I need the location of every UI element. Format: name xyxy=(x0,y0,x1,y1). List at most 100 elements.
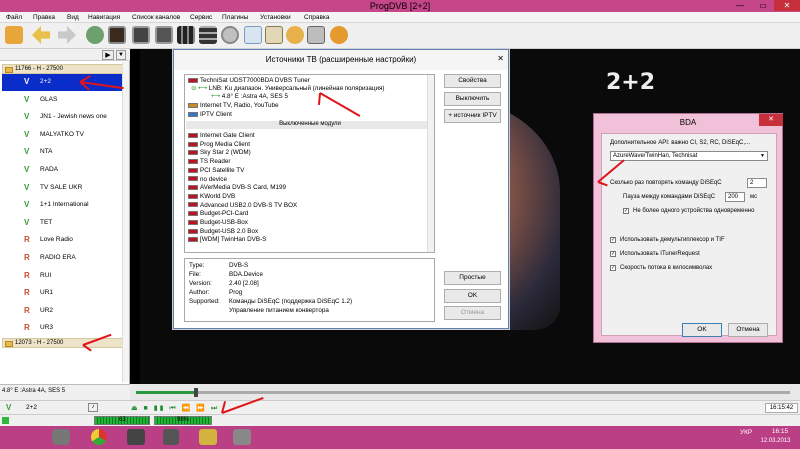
iptv-item[interactable]: IPTV Client xyxy=(188,111,232,118)
chrome-icon[interactable] xyxy=(91,429,107,445)
app-icon[interactable] xyxy=(163,429,179,445)
channel-item[interactable]: V MALYATKO TV xyxy=(2,127,124,144)
simple-button[interactable]: Простые xyxy=(444,271,501,285)
channel-item[interactable]: V JN1 - Jewish news one xyxy=(2,109,124,126)
teletext-icon[interactable] xyxy=(265,26,283,44)
volume-icon[interactable]: ♪ xyxy=(88,403,98,412)
menu-file[interactable]: Файл xyxy=(6,14,22,21)
menu-view[interactable]: Вид xyxy=(67,14,79,21)
menu-service[interactable]: Сервис xyxy=(190,14,212,21)
disc-icon[interactable] xyxy=(221,26,239,44)
epg-icon[interactable] xyxy=(86,26,104,44)
internet-tv-item[interactable]: Internet TV, Radio, YouTube xyxy=(188,102,279,109)
tv-icon[interactable] xyxy=(108,26,126,44)
disabled-module-item[interactable]: [WDM] TwinHan DVB-S xyxy=(188,236,266,243)
screen-icon[interactable] xyxy=(132,26,150,44)
bda-cancel-button[interactable]: Отмена xyxy=(728,323,768,337)
satellite-item[interactable]: ⟷ 4.8° E :Astra 4A, SES 5 xyxy=(211,93,288,100)
channel-item[interactable]: V 1+1 International xyxy=(2,197,124,214)
gear-icon[interactable] xyxy=(330,26,348,44)
app-icon[interactable] xyxy=(52,429,70,445)
disabled-module-item[interactable]: Budget-PCI-Card xyxy=(188,210,248,217)
info-supported-label: Supported: xyxy=(189,298,220,305)
channel-item[interactable]: V 2+2 xyxy=(2,74,124,91)
one-device-checkbox[interactable]: ✓ xyxy=(623,208,629,214)
cancel-button[interactable]: Отмена xyxy=(444,306,501,320)
subtitles-icon[interactable] xyxy=(244,26,262,44)
minimize-button[interactable]: — xyxy=(728,0,752,11)
channel-item[interactable]: R RUI xyxy=(2,268,124,285)
menu-help[interactable]: Справка xyxy=(304,14,330,21)
disabled-module-item[interactable]: KWorld DVB xyxy=(188,193,235,200)
channel-item[interactable]: R UR1 xyxy=(2,285,124,302)
ituner-checkbox[interactable]: ✓ xyxy=(610,251,616,257)
app-icon[interactable] xyxy=(233,429,251,445)
ok-button[interactable]: OK xyxy=(444,289,501,303)
channel-item[interactable]: V TV SALE UKR xyxy=(2,180,124,197)
api-select-value: AzureWave/TwinHan, Technisat xyxy=(613,153,698,159)
disabled-module-item[interactable]: Prog Media Client xyxy=(188,141,250,148)
channel-group[interactable]: 12073 - H - 27500 xyxy=(2,338,126,348)
clock-icon[interactable] xyxy=(286,26,304,44)
disable-button[interactable]: Выключить xyxy=(444,92,501,106)
disabled-module-item[interactable]: AVerMedia DVB-S Card, M199 xyxy=(188,184,286,191)
menu-edit[interactable]: Правка xyxy=(33,14,55,21)
module-label: Budget-PCI-Card xyxy=(200,210,249,218)
disabled-module-item[interactable]: Internet Gate Client xyxy=(188,132,255,139)
maximize-button[interactable]: ▭ xyxy=(752,0,774,11)
channel-item[interactable]: V NTA xyxy=(2,144,124,161)
channel-item[interactable]: R RADIO ERA xyxy=(2,250,124,267)
device-icon xyxy=(188,77,198,83)
disabled-module-item[interactable]: Budget-USB 2.0 Box xyxy=(188,228,258,235)
chevron-down-icon[interactable]: ▼ xyxy=(116,50,126,60)
disabled-module-item[interactable]: Sky Star 2 (WDM) xyxy=(188,149,251,156)
channel-item[interactable]: R UR2 xyxy=(2,303,124,320)
channel-item[interactable]: V RADA xyxy=(2,162,124,179)
disabled-module-item[interactable]: Advanced USB2.0 DVB-S TV BOX xyxy=(188,202,297,209)
channel-item[interactable]: V GLAS xyxy=(2,92,124,109)
seek-bar[interactable] xyxy=(130,384,800,400)
bda-ok-button[interactable]: OK xyxy=(682,323,722,337)
toolbar xyxy=(0,23,800,49)
properties-button[interactable]: Свойства xyxy=(444,74,501,88)
disabled-module-item[interactable]: Budget-USB-Box xyxy=(188,219,248,226)
record-list-icon[interactable] xyxy=(307,26,325,44)
menu-plugins[interactable]: Плагины xyxy=(222,14,248,21)
tuner-item[interactable]: TechniSat UDST7000BDA DVBS Tuner xyxy=(188,77,310,84)
tray-date[interactable]: 12.03.2013 xyxy=(753,438,798,444)
close-icon[interactable]: ✕ xyxy=(759,114,783,126)
add-iptv-button[interactable]: + источник IPTV xyxy=(444,109,501,123)
satellite-app-icon[interactable] xyxy=(127,429,145,445)
menu-channel-list[interactable]: Список каналов xyxy=(132,14,180,21)
demux-checkbox[interactable]: ✓ xyxy=(610,237,616,243)
back-arrow-icon[interactable] xyxy=(32,26,50,44)
keyboard-language[interactable]: УКР xyxy=(740,429,752,436)
tray-time[interactable]: 16:15 xyxy=(760,428,800,435)
disabled-module-item[interactable]: PCI Satellite TV xyxy=(188,167,244,174)
menu-settings[interactable]: Установки xyxy=(260,14,291,21)
lnb-item[interactable]: ⊖ ⟷ LNB: Ku диапазон. Универсальный (лин… xyxy=(191,85,385,92)
disabled-module-item[interactable]: TS Reader xyxy=(188,158,230,165)
window-icon[interactable] xyxy=(155,26,173,44)
seek-handle[interactable] xyxy=(194,388,198,397)
close-button[interactable]: ✕ xyxy=(774,0,800,11)
close-icon[interactable]: ✕ xyxy=(497,54,504,63)
menu-navigation[interactable]: Навигация xyxy=(88,14,120,21)
repeat-input[interactable]: 2 xyxy=(747,178,767,188)
channel-item[interactable]: R Love Radio xyxy=(2,232,124,249)
open-folder-icon[interactable] xyxy=(5,26,23,44)
channel-item[interactable]: V TET xyxy=(2,215,124,232)
play-list-icon[interactable]: ▶ xyxy=(102,50,114,60)
playback-controls[interactable]: ⏏ ■ ▮▮ ⏮ ⏪ ⏩ ⏭ xyxy=(131,404,219,413)
mosaic-icon[interactable] xyxy=(177,26,195,44)
forward-arrow-icon[interactable] xyxy=(58,26,76,44)
symrate-checkbox[interactable]: ✓ xyxy=(610,265,616,271)
file-explorer-icon[interactable] xyxy=(199,429,217,445)
channel-group[interactable]: 11766 - H - 27500 xyxy=(2,64,126,74)
api-select[interactable]: AzureWave/TwinHan, Technisat ▼ xyxy=(610,151,768,161)
disabled-module-item[interactable]: no device xyxy=(188,176,227,183)
list-scrollbar[interactable] xyxy=(122,62,129,382)
tree-scrollbar[interactable] xyxy=(427,75,434,252)
pause-input[interactable]: 200 xyxy=(725,192,745,202)
grid-icon[interactable] xyxy=(199,26,217,44)
